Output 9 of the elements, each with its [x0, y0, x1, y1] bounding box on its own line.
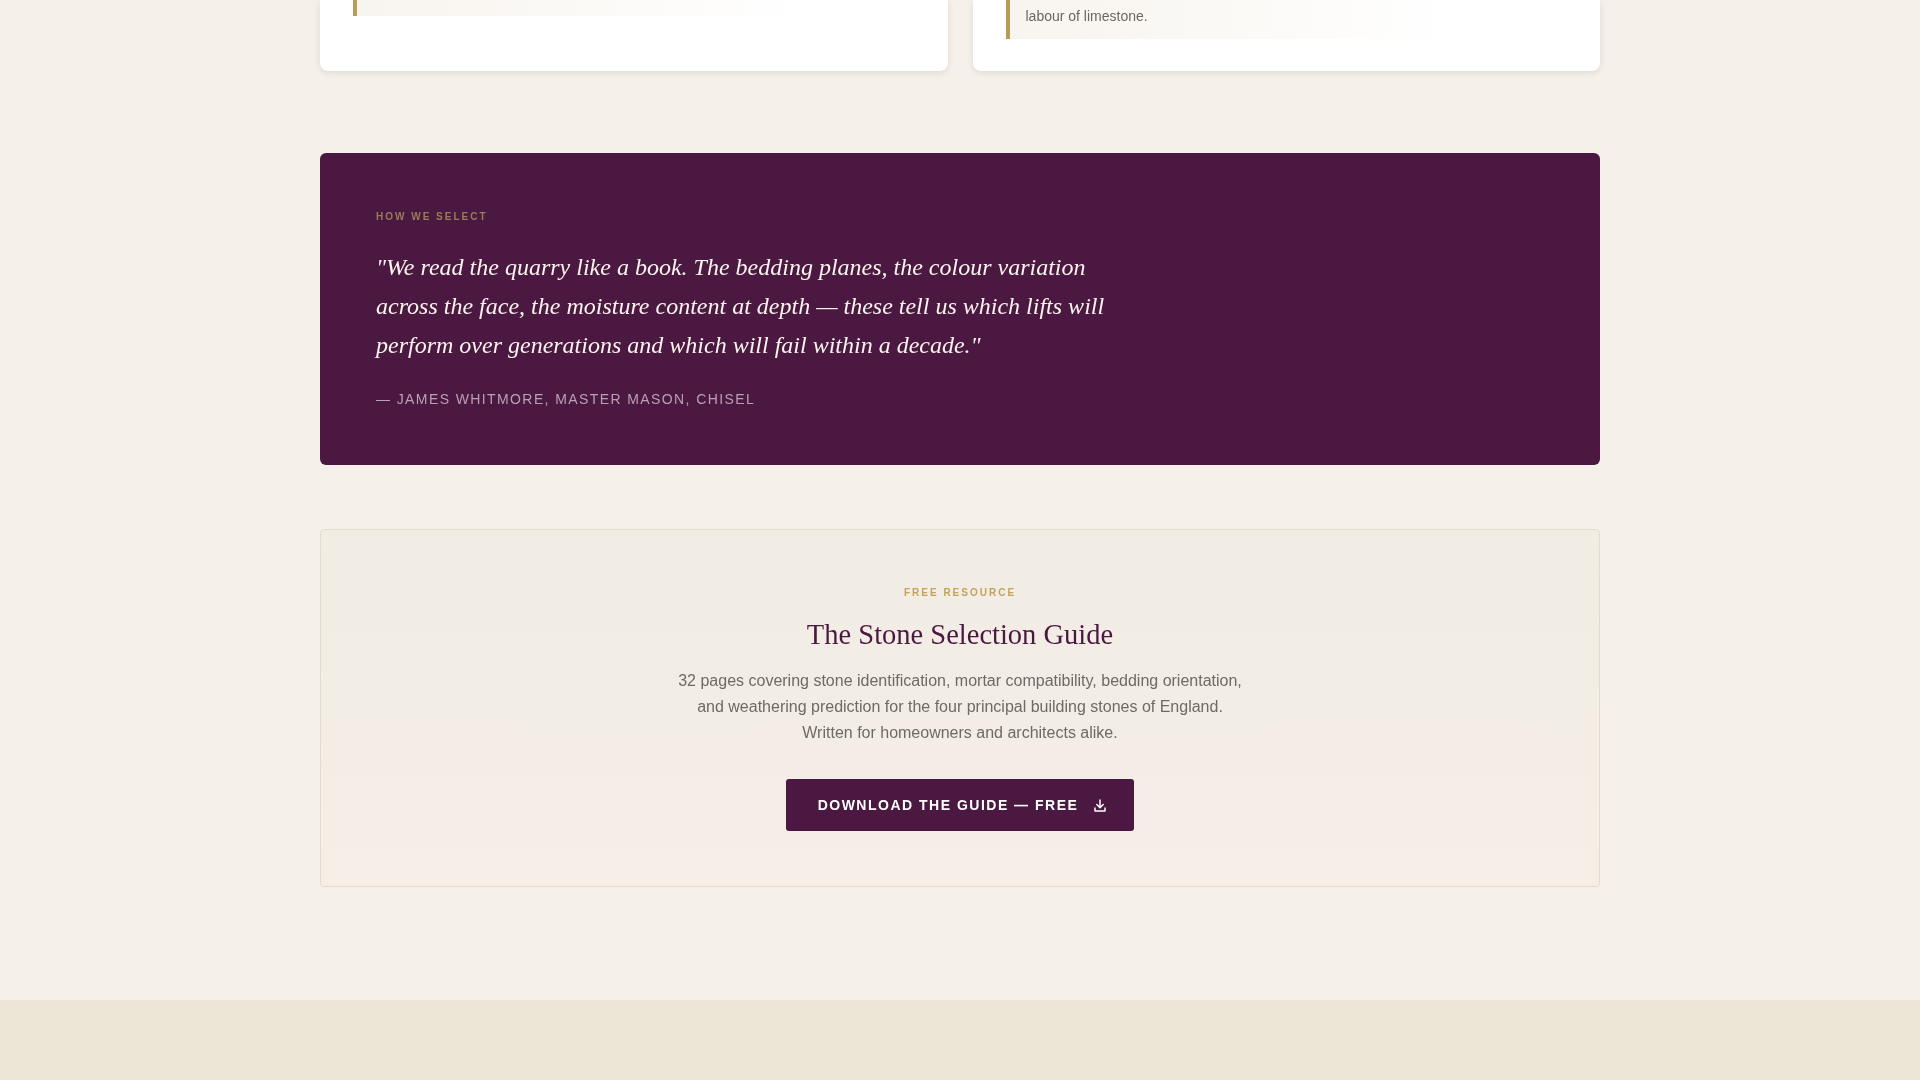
section-label: HOW WE SELECT [376, 210, 489, 224]
download-button[interactable]: DOWNLOAD THE GUIDE — FREE [785, 779, 1135, 831]
section-label: FREE RESOURCE [902, 586, 1018, 600]
pull-quote: "We read the quarry like a book. The bedding planes, the colour variation across the face, the moisture content at depth — these tell us which lifts will perform over generations and which will fail within a decade." [376, 253, 1106, 360]
resource-description: 32 pages covering stone identification, mortar compatibility, bedding orientation, and weathering prediction for the four principal building stones of England. Written for homeowners and architects alike. [677, 671, 1243, 743]
download-icon [1094, 798, 1107, 812]
resource-title: The Stone Selection Guide [805, 618, 1115, 652]
card-quote: labour of limestone. [1005, 0, 1567, 39]
quote-attribution: — JAMES WHITMORE, MASTER MASON, CHISEL [376, 390, 757, 409]
